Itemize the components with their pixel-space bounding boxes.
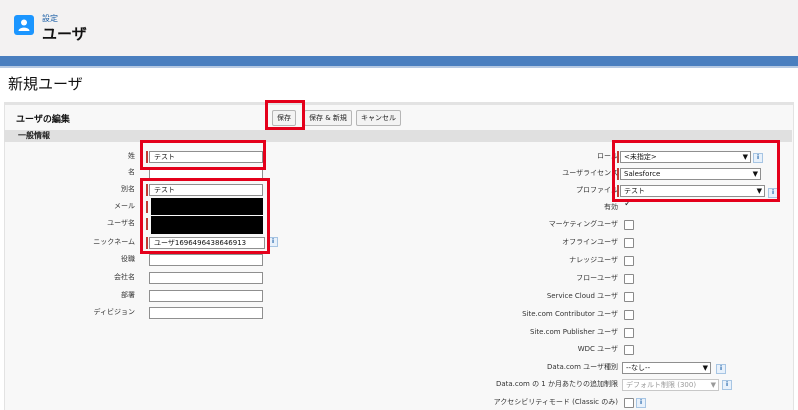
email-label: メール [114, 202, 135, 210]
setup-header: 設定 ユーザ [0, 0, 798, 56]
offline-user-label: オフラインユーザ [562, 238, 618, 246]
info-icon[interactable]: i [722, 380, 732, 390]
site-publisher-checkbox[interactable] [624, 328, 634, 338]
datacom-limit-value: デフォルト制限 (300) [626, 381, 697, 389]
decorative-band [0, 56, 798, 66]
division-label: ディビジョン [93, 308, 135, 316]
knowledge-user-checkbox[interactable] [624, 256, 634, 266]
username-label: ユーザ名 [107, 219, 135, 227]
datacom-type-select[interactable]: --なし-- ▼ [622, 362, 711, 374]
offline-user-checkbox[interactable] [624, 238, 634, 248]
first-name-label: 名 [128, 168, 135, 176]
title-label: 役職 [121, 255, 135, 263]
flow-user-label: フローユーザ [576, 274, 618, 282]
save-and-new-button[interactable]: 保存 & 新規 [304, 110, 352, 126]
datacom-type-label: Data.com ユーザ種別 [547, 363, 618, 371]
company-input[interactable] [149, 272, 263, 284]
wdc-user-checkbox[interactable] [624, 345, 634, 355]
department-input[interactable] [149, 290, 263, 302]
datacom-limit-label: Data.com の 1 か月あたりの追加制限 [495, 380, 618, 388]
user-icon [14, 15, 34, 35]
header-title: ユーザ [42, 25, 87, 43]
site-contributor-label: Site.com Contributor ユーザ [522, 310, 618, 318]
alias-label: 別名 [121, 185, 135, 193]
last-name-label: 姓 [128, 152, 135, 160]
wdc-user-label: WDC ユーザ [577, 345, 618, 353]
page-title: 新規ユーザ [8, 75, 83, 93]
nickname-label: ニックネーム [93, 238, 135, 246]
save-button-highlight [265, 100, 305, 130]
datacom-type-value: --なし-- [626, 364, 651, 372]
service-cloud-user-checkbox[interactable] [624, 292, 634, 302]
cancel-button[interactable]: キャンセル [356, 110, 401, 126]
license-label: ユーザライセンス [562, 169, 618, 177]
active-label: 有効 [604, 203, 618, 211]
chevron-down-icon: ▼ [702, 364, 708, 372]
marketing-user-checkbox[interactable] [624, 220, 634, 230]
knowledge-user-label: ナレッジユーザ [569, 256, 618, 264]
chevron-down-icon: ▼ [710, 381, 716, 389]
division-input[interactable] [149, 307, 263, 319]
flow-user-checkbox[interactable] [624, 274, 634, 284]
department-label: 部署 [121, 291, 135, 299]
site-publisher-label: Site.com Publisher ユーザ [529, 328, 618, 336]
service-cloud-user-label: Service Cloud ユーザ [546, 292, 618, 300]
required-fields-highlight [140, 178, 270, 254]
general-info-title: 一般情報 [18, 131, 50, 140]
title-input[interactable] [149, 254, 263, 266]
edit-section-title: ユーザの編集 [16, 115, 70, 125]
company-label: 会社名 [114, 273, 135, 281]
role-profile-highlight [612, 140, 780, 202]
decorative-band-edge [0, 66, 798, 68]
accessibility-label: アクセシビリティモード (Classic のみ) [493, 398, 618, 406]
datacom-limit-select: デフォルト制限 (300) ▼ [622, 379, 719, 391]
site-contributor-checkbox[interactable] [624, 310, 634, 320]
info-icon[interactable]: i [716, 364, 726, 374]
marketing-user-label: マーケティングユーザ [548, 220, 618, 228]
last-name-highlight [140, 140, 266, 170]
